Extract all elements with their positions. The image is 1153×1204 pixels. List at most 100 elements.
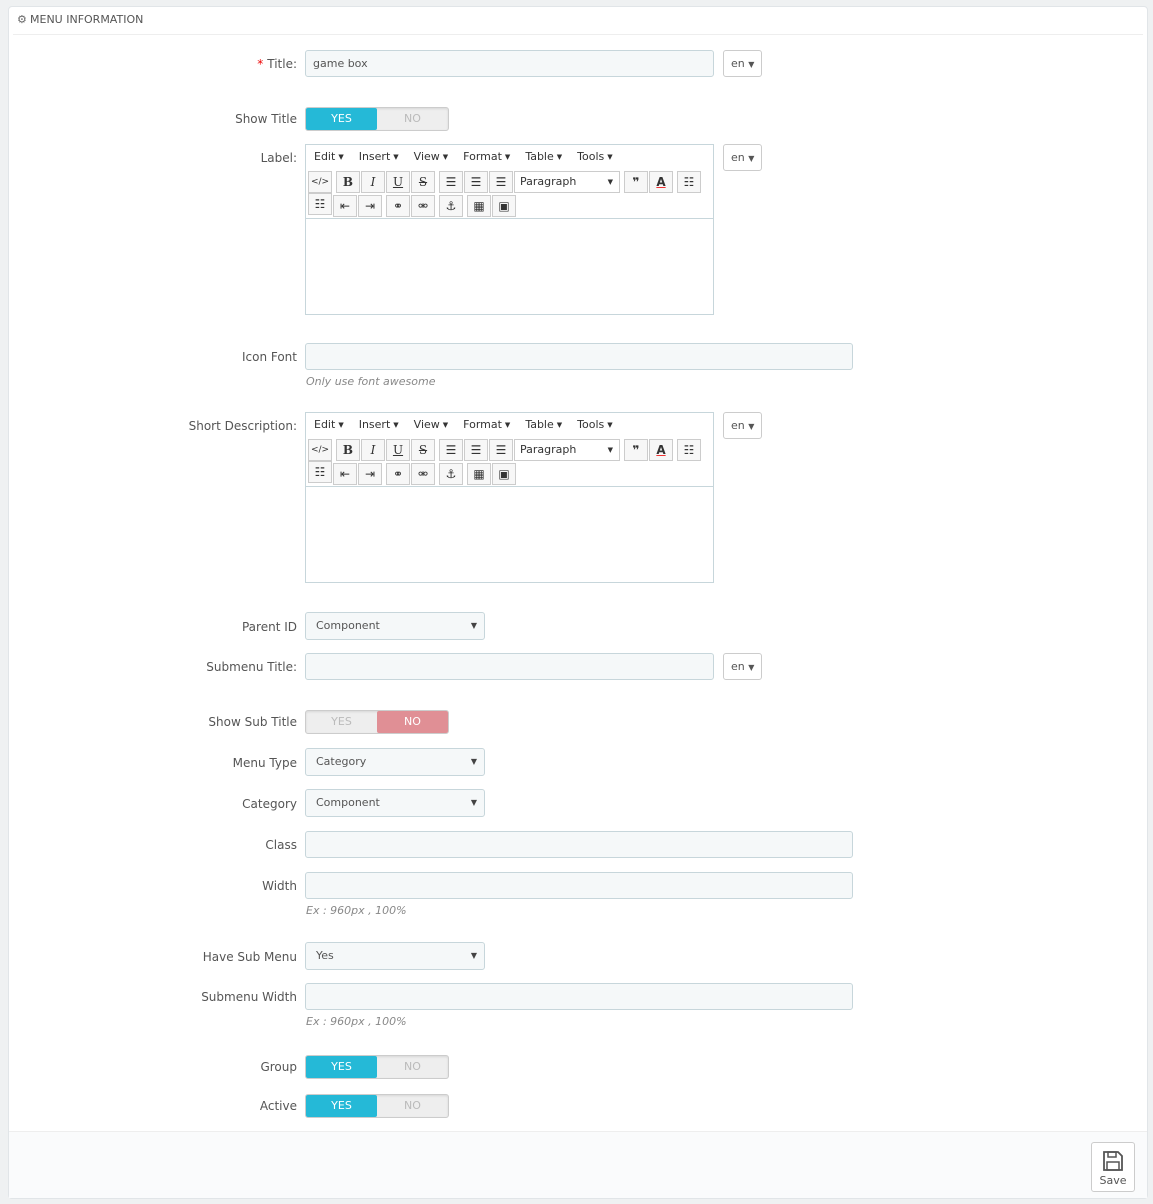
show-title-switch[interactable]: YES NO bbox=[305, 107, 449, 131]
bold-icon[interactable]: B bbox=[336, 439, 360, 461]
width-input[interactable] bbox=[305, 872, 853, 899]
align-center-icon[interactable]: ☰ bbox=[464, 171, 488, 193]
editor-toolbar-row-1: </> B I U S ☰ ☰ ☰ Paragraph ▼ ❞ A ☷ ☷ bbox=[306, 438, 713, 483]
show-title-no[interactable]: NO bbox=[377, 108, 448, 130]
align-center-icon[interactable]: ☰ bbox=[464, 439, 488, 461]
menu-edit[interactable]: Edit ▼ bbox=[314, 418, 344, 431]
menu-information-panel: ⚙ MENU INFORMATION * Title: game box en ▼ … bbox=[8, 6, 1148, 1199]
menu-format[interactable]: Format ▼ bbox=[463, 150, 510, 163]
title-lang-dropdown[interactable]: en ▼ bbox=[723, 50, 762, 77]
submenu-title-input[interactable] bbox=[305, 653, 714, 680]
strikethrough-icon[interactable]: S bbox=[411, 439, 435, 461]
menu-view[interactable]: View ▼ bbox=[414, 418, 449, 431]
category-select[interactable]: Component ▼ bbox=[305, 789, 485, 817]
icon-font-input[interactable] bbox=[305, 343, 853, 370]
submenu-width-input[interactable] bbox=[305, 983, 853, 1010]
block-format-select[interactable]: Paragraph ▼ bbox=[514, 439, 620, 461]
bullet-list-icon[interactable]: ☷ bbox=[677, 171, 701, 193]
menu-table[interactable]: Table ▼ bbox=[525, 418, 562, 431]
text-color-icon[interactable]: A bbox=[649, 439, 673, 461]
active-yes[interactable]: YES bbox=[306, 1095, 377, 1117]
group-switch[interactable]: YES NO bbox=[305, 1055, 449, 1079]
bullet-list-icon[interactable]: ☷ bbox=[677, 439, 701, 461]
block-format-select[interactable]: Paragraph ▼ bbox=[514, 171, 620, 193]
class-label: Class bbox=[265, 838, 297, 852]
numbered-list-icon[interactable]: ☷ bbox=[308, 193, 332, 215]
italic-icon[interactable]: I bbox=[361, 171, 385, 193]
menu-view[interactable]: View ▼ bbox=[414, 150, 449, 163]
anchor-icon[interactable]: ⚓ bbox=[439, 195, 463, 217]
show-sub-title-label: Show Sub Title bbox=[208, 715, 297, 729]
text-color-icon[interactable]: A bbox=[649, 171, 673, 193]
short-description-edit-area[interactable] bbox=[306, 486, 713, 581]
blockquote-icon[interactable]: ❞ bbox=[624, 171, 648, 193]
indent-icon[interactable]: ⇥ bbox=[358, 463, 382, 485]
show-title-label: Show Title bbox=[235, 112, 297, 126]
label-editor[interactable]: Edit ▼ Insert ▼ View ▼ Format ▼ Table ▼ Tools ▼ </>… bbox=[305, 144, 714, 315]
select-arrow-icon: ▼ bbox=[470, 798, 477, 807]
align-left-icon[interactable]: ☰ bbox=[439, 439, 463, 461]
short-description-lang-dropdown[interactable]: en ▼ bbox=[723, 412, 762, 439]
menu-type-select[interactable]: Category ▼ bbox=[305, 748, 485, 776]
label-edit-area[interactable] bbox=[306, 218, 713, 313]
menu-table[interactable]: Table ▼ bbox=[525, 150, 562, 163]
align-left-icon[interactable]: ☰ bbox=[439, 171, 463, 193]
bold-icon[interactable]: B bbox=[336, 171, 360, 193]
code-icon[interactable]: </> bbox=[308, 439, 332, 461]
active-switch[interactable]: YES NO bbox=[305, 1094, 449, 1118]
italic-icon[interactable]: I bbox=[361, 439, 385, 461]
code-icon[interactable]: </> bbox=[308, 171, 332, 193]
submenu-title-lang-dropdown[interactable]: en ▼ bbox=[723, 653, 762, 680]
menu-tools[interactable]: Tools ▼ bbox=[577, 418, 613, 431]
title-input[interactable]: game box bbox=[305, 50, 714, 77]
group-yes[interactable]: YES bbox=[306, 1056, 377, 1078]
show-sub-title-no[interactable]: NO bbox=[377, 711, 448, 733]
menu-edit[interactable]: Edit ▼ bbox=[314, 150, 344, 163]
media-icon[interactable]: ▦ bbox=[467, 463, 491, 485]
submenu-title-label: Submenu Title: bbox=[206, 660, 297, 674]
unlink-icon[interactable]: ⚮ bbox=[411, 195, 435, 217]
menu-insert[interactable]: Insert ▼ bbox=[359, 150, 399, 163]
align-right-icon[interactable]: ☰ bbox=[489, 439, 513, 461]
link-icon[interactable]: ⚭ bbox=[386, 195, 410, 217]
short-description-label: Short Description: bbox=[188, 419, 297, 433]
label-lang-dropdown[interactable]: en ▼ bbox=[723, 144, 762, 171]
image-icon[interactable]: ▣ bbox=[492, 463, 516, 485]
have-sub-menu-select[interactable]: Yes ▼ bbox=[305, 942, 485, 970]
numbered-list-icon[interactable]: ☷ bbox=[308, 461, 332, 483]
menu-format[interactable]: Format ▼ bbox=[463, 418, 510, 431]
editor-toolbar-row-1: </> B I U S ☰ ☰ ☰ Paragraph ▼ ❞ A ☷ ☷ bbox=[306, 170, 713, 215]
strikethrough-icon[interactable]: S bbox=[411, 171, 435, 193]
short-description-editor[interactable]: Edit ▼ Insert ▼ View ▼ Format ▼ Table ▼ Tools ▼ </>… bbox=[305, 412, 714, 583]
indent-icon[interactable]: ⇥ bbox=[358, 195, 382, 217]
show-sub-title-yes[interactable]: YES bbox=[306, 711, 377, 733]
save-label: Save bbox=[1099, 1174, 1127, 1187]
menu-insert[interactable]: Insert ▼ bbox=[359, 418, 399, 431]
media-icon[interactable]: ▦ bbox=[467, 195, 491, 217]
caret-down-icon: ▼ bbox=[748, 60, 755, 69]
link-icon[interactable]: ⚭ bbox=[386, 463, 410, 485]
editor-menubar: Edit ▼ Insert ▼ View ▼ Format ▼ Table ▼ Tools ▼ bbox=[306, 145, 713, 170]
show-sub-title-switch[interactable]: YES NO bbox=[305, 710, 449, 734]
active-no[interactable]: NO bbox=[377, 1095, 448, 1117]
menu-type-label: Menu Type bbox=[232, 756, 297, 770]
outdent-icon[interactable]: ⇤ bbox=[333, 463, 357, 485]
group-no[interactable]: NO bbox=[377, 1056, 448, 1078]
blockquote-icon[interactable]: ❞ bbox=[624, 439, 648, 461]
menu-tools[interactable]: Tools ▼ bbox=[577, 150, 613, 163]
outdent-icon[interactable]: ⇤ bbox=[333, 195, 357, 217]
parent-id-select[interactable]: Component ▼ bbox=[305, 612, 485, 640]
anchor-icon[interactable]: ⚓ bbox=[439, 463, 463, 485]
show-title-yes[interactable]: YES bbox=[306, 108, 377, 130]
caret-down-icon: ▼ bbox=[748, 154, 755, 163]
unlink-icon[interactable]: ⚮ bbox=[411, 463, 435, 485]
underline-icon[interactable]: U bbox=[386, 439, 410, 461]
editor-menubar: Edit ▼ Insert ▼ View ▼ Format ▼ Table ▼ Tools ▼ bbox=[306, 413, 713, 438]
save-button[interactable]: Save bbox=[1091, 1142, 1135, 1192]
image-icon[interactable]: ▣ bbox=[492, 195, 516, 217]
underline-icon[interactable]: U bbox=[386, 171, 410, 193]
align-right-icon[interactable]: ☰ bbox=[489, 171, 513, 193]
caret-down-icon: ▼ bbox=[748, 422, 755, 431]
have-sub-menu-label: Have Sub Menu bbox=[202, 950, 297, 964]
class-input[interactable] bbox=[305, 831, 853, 858]
